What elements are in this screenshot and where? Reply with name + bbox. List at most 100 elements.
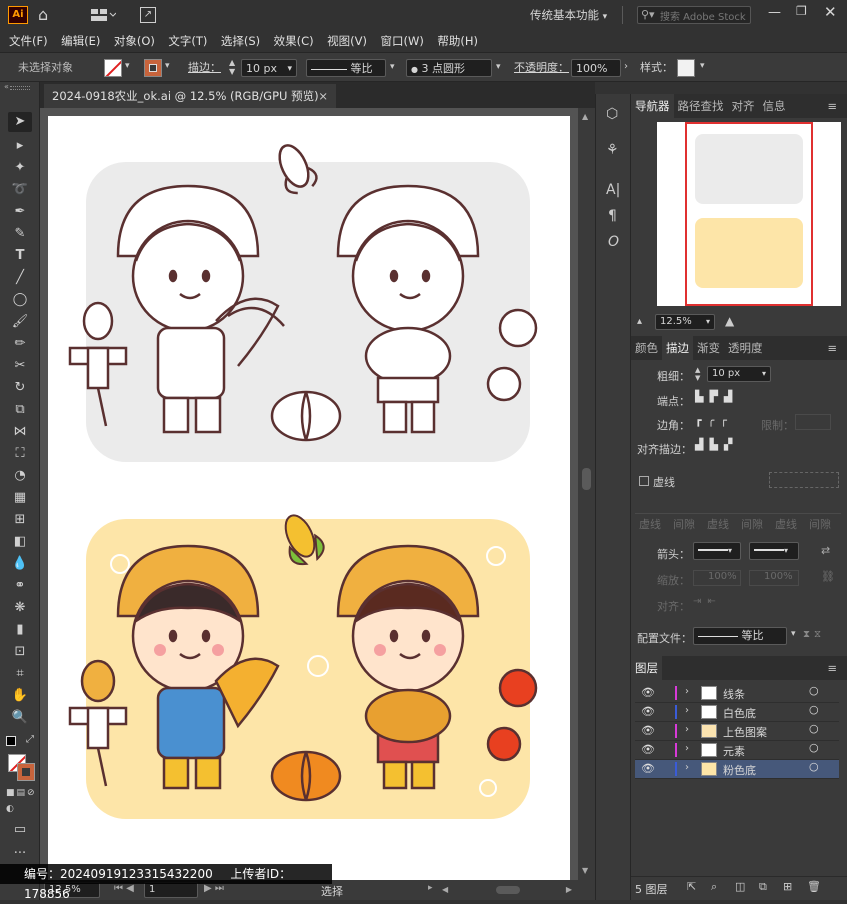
- visibility-eye-icon[interactable]: 👁: [641, 743, 655, 756]
- ellipse-tool-icon[interactable]: ◯: [8, 290, 32, 310]
- layer-name[interactable]: 白色底: [723, 705, 756, 721]
- clipping-mask-icon[interactable]: ◫: [735, 880, 745, 893]
- collapse-toolbar-icon[interactable]: «: [4, 82, 9, 91]
- scale-input-2[interactable]: 100%: [749, 570, 799, 586]
- target-circle-icon[interactable]: ○: [809, 722, 819, 735]
- profile-select[interactable]: 等比: [693, 627, 787, 645]
- document-tab[interactable]: 2024-0918农业_ok.ai @ 12.5% (RGB/GPU 预览) ×: [44, 84, 336, 108]
- layer-name[interactable]: 元素: [723, 743, 745, 759]
- swap-arrowheads-icon[interactable]: ⇄: [821, 544, 830, 557]
- tab-info[interactable]: 信息: [759, 94, 790, 118]
- navigator-zoom-out-icon[interactable]: ▴: [637, 316, 642, 327]
- layer-row[interactable]: 👁 › 上色图案 ○: [635, 722, 839, 741]
- mesh-tool-icon[interactable]: ⊞: [8, 510, 32, 530]
- layer-name[interactable]: 粉色底: [723, 762, 756, 778]
- magic-wand-tool-icon[interactable]: ✦: [8, 158, 32, 178]
- tab-pathfinder[interactable]: 路径查找: [674, 94, 728, 118]
- artboard-tool-icon[interactable]: ⊡: [8, 642, 32, 662]
- navigator-zoom-input[interactable]: 12.5% ▾: [655, 314, 715, 330]
- expand-chevron-icon[interactable]: ›: [685, 686, 689, 697]
- free-transform-tool-icon[interactable]: ⛶: [8, 444, 32, 464]
- dash-pattern-buttons[interactable]: [769, 472, 839, 488]
- end-arrowhead-select[interactable]: ▾: [749, 542, 799, 560]
- swap-colors-icon[interactable]: ⤢: [26, 734, 34, 745]
- vertical-scrollbar[interactable]: ▲ ▼: [578, 108, 595, 880]
- stroke-dropdown-icon[interactable]: ▾: [165, 61, 170, 71]
- menu-select[interactable]: 选择(S): [216, 30, 265, 52]
- draw-mode-icons[interactable]: ◐: [6, 804, 16, 814]
- width-tool-icon[interactable]: ⋈: [8, 422, 32, 442]
- navigator-preview[interactable]: [657, 122, 841, 306]
- style-dropdown-icon[interactable]: ▾: [700, 61, 705, 71]
- menu-edit[interactable]: 编辑(E): [56, 30, 105, 52]
- dash-field-2[interactable]: 虚线: [707, 516, 729, 532]
- gap-field-3[interactable]: 间隙: [809, 516, 831, 532]
- expand-chevron-icon[interactable]: ›: [685, 762, 689, 773]
- visibility-eye-icon[interactable]: 👁: [641, 686, 655, 699]
- properties-icon[interactable]: ⚘: [606, 142, 619, 158]
- artboard-next-icon[interactable]: ▶ ⏭: [204, 883, 224, 894]
- close-window-button[interactable]: ✕: [824, 3, 837, 21]
- selection-tool-icon[interactable]: ➤: [8, 112, 32, 132]
- expand-chevron-icon[interactable]: ›: [685, 705, 689, 716]
- artboard[interactable]: [48, 116, 570, 880]
- workspace-switcher[interactable]: 传统基本功能 ▾: [530, 7, 607, 23]
- layer-row[interactable]: 👁 › 元素 ○: [635, 741, 839, 760]
- libraries-icon[interactable]: ⬡: [606, 106, 618, 122]
- layer-name[interactable]: 上色图案: [723, 724, 767, 740]
- corner-buttons[interactable]: ┏╭┌: [695, 414, 733, 427]
- visibility-eye-icon[interactable]: 👁: [641, 724, 655, 737]
- layer-row[interactable]: 👁 › 线条 ○: [635, 684, 839, 703]
- opacity-arrow-icon[interactable]: ›: [624, 61, 628, 72]
- toolbar-grip[interactable]: [10, 86, 30, 90]
- target-circle-icon[interactable]: ○: [809, 684, 819, 697]
- tab-align[interactable]: 对齐: [728, 94, 759, 118]
- vertical-scroll-thumb[interactable]: [582, 468, 591, 490]
- new-sublayer-icon[interactable]: ⧉: [759, 880, 767, 894]
- horizontal-scrollbar[interactable]: ◀ ▶: [440, 885, 574, 895]
- character-icon[interactable]: A|: [606, 182, 620, 198]
- layer-row-selected[interactable]: 👁 › 粉色底 ○: [635, 760, 839, 779]
- stroke-panel-menu-icon[interactable]: ≡: [823, 336, 841, 360]
- start-arrowhead-select[interactable]: ▾: [693, 542, 741, 560]
- brush-definition[interactable]: ● 3 点圆形: [406, 59, 492, 77]
- gap-field-1[interactable]: 间隙: [673, 516, 695, 532]
- column-graph-tool-icon[interactable]: ▮: [8, 620, 32, 640]
- adobe-stock-search[interactable]: ⚲▾ 搜索 Adobe Stock: [637, 6, 751, 24]
- gpu-performance-icon[interactable]: ↗: [140, 7, 156, 23]
- artboard-prev-icon[interactable]: ⏮ ◀: [114, 883, 134, 894]
- slice-tool-icon[interactable]: ⌗: [8, 664, 32, 684]
- export-icon[interactable]: ⇱: [687, 880, 696, 893]
- align-arrow-buttons[interactable]: ⇥⇤: [693, 596, 722, 607]
- stroke-stepper-icon[interactable]: ▲ ▼: [229, 58, 235, 76]
- tab-navigator[interactable]: 导航器: [631, 94, 674, 118]
- restore-button[interactable]: ❐: [796, 4, 807, 18]
- eyedropper-tool-icon[interactable]: 💧: [8, 554, 32, 574]
- tab-layers[interactable]: 图层: [631, 656, 662, 680]
- curvature-tool-icon[interactable]: ✎: [8, 224, 32, 244]
- paintbrush-tool-icon[interactable]: 🖌: [8, 312, 32, 332]
- limit-input[interactable]: [795, 414, 831, 430]
- line-tool-icon[interactable]: ╱: [8, 268, 32, 288]
- scale-input-1[interactable]: 100%: [693, 570, 741, 586]
- visibility-eye-icon[interactable]: 👁: [641, 762, 655, 775]
- align-stroke-buttons[interactable]: ▟▙▞: [695, 438, 738, 451]
- weight-input[interactable]: 10 px ▾: [707, 366, 771, 382]
- shaper-tool-icon[interactable]: ✏: [8, 334, 32, 354]
- artboard-number[interactable]: 1: [144, 882, 198, 898]
- opacity-label[interactable]: 不透明度：: [514, 59, 569, 77]
- menu-type[interactable]: 文字(T): [163, 30, 212, 52]
- minimize-button[interactable]: —: [768, 5, 781, 20]
- dashed-checkbox[interactable]: [639, 476, 649, 486]
- weight-stepper-icon[interactable]: ▲ ▼: [695, 366, 700, 382]
- blend-tool-icon[interactable]: ⚭: [8, 576, 32, 596]
- expand-chevron-icon[interactable]: ›: [685, 724, 689, 735]
- tab-color[interactable]: 颜色: [631, 336, 662, 360]
- variable-width-profile[interactable]: 等比: [306, 59, 386, 77]
- flip-profile-icons[interactable]: ⧗⧖: [803, 629, 825, 640]
- menu-window[interactable]: 窗口(W): [376, 30, 429, 52]
- target-circle-icon[interactable]: ○: [809, 703, 819, 716]
- opacity-input[interactable]: 100%: [571, 59, 621, 77]
- layers-panel-menu-icon[interactable]: ≡: [823, 656, 841, 680]
- zoom-tool-icon[interactable]: 🔍: [8, 708, 32, 728]
